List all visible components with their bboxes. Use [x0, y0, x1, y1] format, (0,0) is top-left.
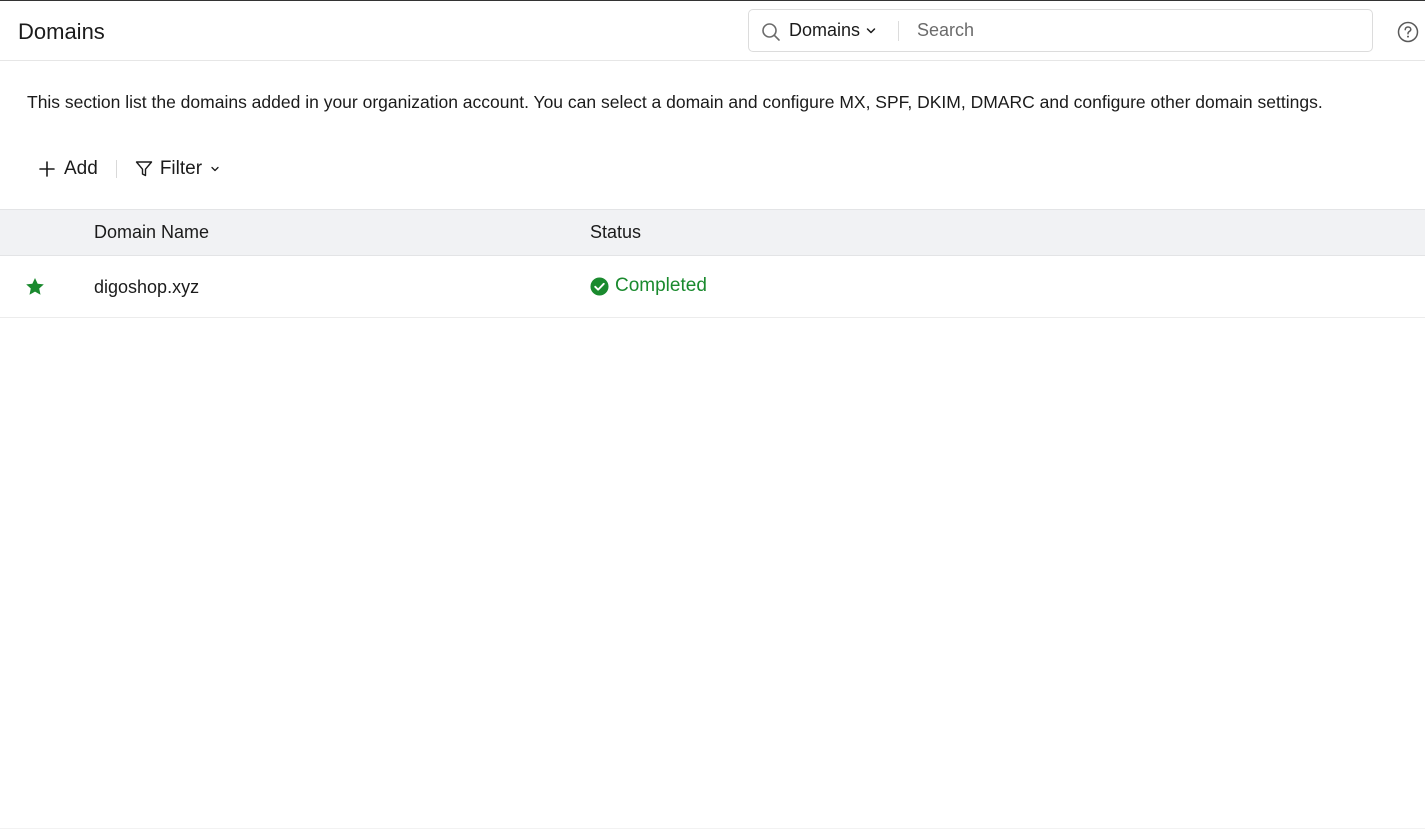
- star-icon[interactable]: [24, 276, 46, 298]
- table-header: Domain Name Status: [0, 209, 1425, 256]
- add-button-label: Add: [64, 158, 98, 179]
- table-row[interactable]: digoshop.xyz Completed: [0, 256, 1425, 318]
- domain-name-cell[interactable]: digoshop.xyz: [94, 275, 199, 299]
- check-circle-icon: [590, 276, 609, 296]
- search-scope-dropdown[interactable]: Domains: [789, 10, 876, 51]
- toolbar-divider: [115, 160, 117, 178]
- footer-divider: [0, 828, 1425, 829]
- chevron-down-icon: [211, 166, 219, 172]
- page-header: Domains Domains: [0, 1, 1425, 61]
- filter-button[interactable]: Filter: [135, 158, 220, 180]
- status-cell: Completed: [590, 274, 707, 298]
- chevron-down-icon: [866, 27, 876, 33]
- toolbar: Add Filter: [38, 155, 220, 183]
- search-divider: [898, 21, 899, 41]
- plus-icon: [39, 161, 55, 177]
- filter-button-label: Filter: [159, 158, 203, 179]
- domains-table: Domain Name Status digoshop.xyz Complete…: [0, 209, 1425, 318]
- search-bar[interactable]: Domains: [748, 9, 1373, 52]
- domains-page: Domains Domains This section list the do…: [0, 0, 1425, 830]
- help-circle-icon[interactable]: [1397, 21, 1419, 43]
- search-icon: [762, 23, 780, 41]
- column-header-domain-name[interactable]: Domain Name: [94, 210, 209, 255]
- filter-icon: [135, 161, 153, 177]
- column-header-status[interactable]: Status: [590, 210, 641, 255]
- search-scope-label: Domains: [789, 20, 861, 40]
- section-description: This section list the domains added in y…: [27, 92, 1323, 112]
- status-label: Completed: [615, 275, 707, 296]
- page-title: Domains: [18, 19, 105, 44]
- add-button[interactable]: Add: [38, 158, 98, 180]
- search-input[interactable]: [907, 11, 1357, 50]
